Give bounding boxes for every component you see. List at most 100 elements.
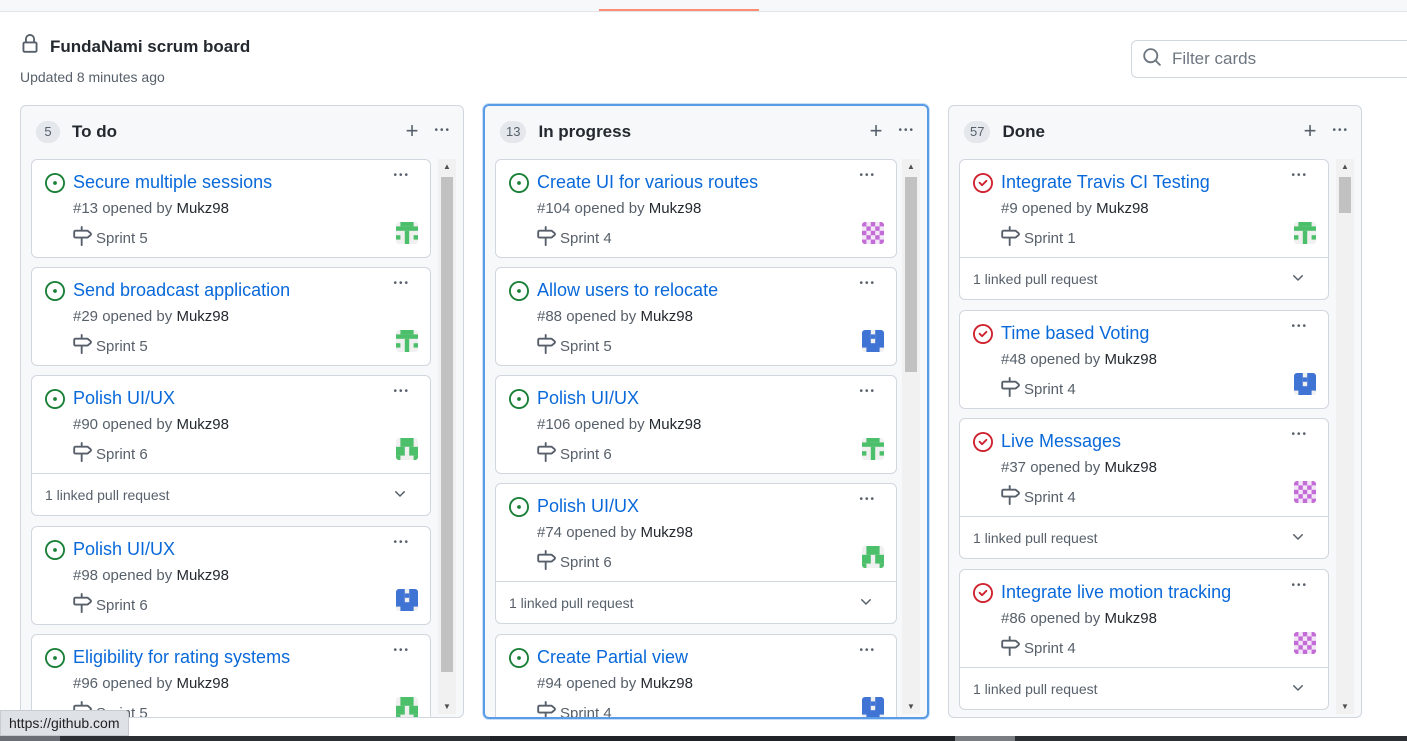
issue-author-link[interactable]: Mukz98 xyxy=(176,416,229,433)
assignee-avatar[interactable] xyxy=(862,222,884,244)
milestone-link[interactable]: Sprint 4 xyxy=(1001,377,1076,401)
assignee-avatar[interactable] xyxy=(396,438,418,460)
linked-pull-request-row[interactable]: 1 linked pull request xyxy=(32,473,430,515)
issue-title-link[interactable]: Create UI for various routes xyxy=(537,172,758,193)
issue-card[interactable]: Polish UI/UX ••• #90 opened by Mukz98 Sprin… xyxy=(31,375,431,516)
issue-card[interactable]: Secure multiple sessions ••• #13 opened by… xyxy=(31,159,431,258)
issue-card[interactable]: Integrate live motion tracking ••• #86 ope… xyxy=(959,569,1329,710)
milestone-link[interactable]: Sprint 5 xyxy=(537,334,612,358)
milestone-link[interactable]: Sprint 6 xyxy=(73,442,148,466)
assignee-avatar[interactable] xyxy=(862,546,884,568)
add-card-icon[interactable]: + xyxy=(1304,120,1317,142)
chevron-down-icon[interactable] xyxy=(1290,529,1306,548)
issue-card[interactable]: Polish UI/UX ••• #106 opened by Mukz98 Spri… xyxy=(495,375,897,474)
scroll-down-arrow[interactable]: ▼ xyxy=(1341,702,1349,711)
assignee-avatar[interactable] xyxy=(1294,222,1316,244)
issue-card[interactable]: Time based Voting ••• #48 opened by Mukz98… xyxy=(959,310,1329,409)
filter-cards-input[interactable] xyxy=(1172,49,1392,69)
column-menu-icon[interactable]: ••• xyxy=(898,122,915,140)
issue-title-link[interactable]: Polish UI/UX xyxy=(73,539,175,560)
column-scrollbar[interactable]: ▲ ▼ xyxy=(1336,159,1354,714)
assignee-avatar[interactable] xyxy=(862,330,884,352)
issue-author-link[interactable]: Mukz98 xyxy=(640,524,693,541)
assignee-avatar[interactable] xyxy=(396,697,418,717)
issue-card[interactable]: Allow users to relocate ••• #88 opened by … xyxy=(495,267,897,366)
chevron-down-icon[interactable] xyxy=(858,594,874,613)
milestone-link[interactable]: Sprint 4 xyxy=(537,226,612,250)
issue-author-link[interactable]: Mukz98 xyxy=(1104,351,1157,368)
issue-author-link[interactable]: Mukz98 xyxy=(640,675,693,692)
add-card-icon[interactable]: + xyxy=(406,120,419,142)
issue-title-link[interactable]: Integrate Travis CI Testing xyxy=(1001,172,1210,193)
issue-author-link[interactable]: Mukz98 xyxy=(176,675,229,692)
milestone-link[interactable]: Sprint 4 xyxy=(1001,485,1076,509)
issue-card[interactable]: Create Partial view ••• #94 opened by Mukz… xyxy=(495,634,897,717)
filter-cards-box[interactable] xyxy=(1131,40,1407,78)
assignee-avatar[interactable] xyxy=(862,438,884,460)
card-menu-icon[interactable]: ••• xyxy=(859,170,876,181)
scroll-up-arrow[interactable]: ▲ xyxy=(1341,162,1349,171)
issue-author-link[interactable]: Mukz98 xyxy=(176,308,229,325)
issue-author-link[interactable]: Mukz98 xyxy=(176,200,229,217)
card-menu-icon[interactable]: ••• xyxy=(859,278,876,289)
chevron-down-icon[interactable] xyxy=(392,486,408,505)
linked-pull-request-row[interactable]: 1 linked pull request xyxy=(960,667,1328,709)
card-menu-icon[interactable]: ••• xyxy=(393,645,410,656)
card-menu-icon[interactable]: ••• xyxy=(859,645,876,656)
assignee-avatar[interactable] xyxy=(396,330,418,352)
issue-title-link[interactable]: Send broadcast application xyxy=(73,280,290,301)
assignee-avatar[interactable] xyxy=(396,589,418,611)
linked-pull-request-row[interactable]: 1 linked pull request xyxy=(960,257,1328,299)
issue-author-link[interactable]: Mukz98 xyxy=(640,308,693,325)
milestone-link[interactable]: Sprint 6 xyxy=(73,593,148,617)
card-menu-icon[interactable]: ••• xyxy=(393,386,410,397)
issue-title-link[interactable]: Polish UI/UX xyxy=(73,388,175,409)
card-menu-icon[interactable]: ••• xyxy=(1291,429,1308,440)
issue-author-link[interactable]: Mukz98 xyxy=(1096,200,1149,217)
column-menu-icon[interactable]: ••• xyxy=(1332,122,1349,140)
milestone-link[interactable]: Sprint 5 xyxy=(73,334,148,358)
issue-title-link[interactable]: Time based Voting xyxy=(1001,323,1149,344)
card-menu-icon[interactable]: ••• xyxy=(393,278,410,289)
issue-card[interactable]: Live Messages ••• #37 opened by Mukz98 Spri… xyxy=(959,418,1329,559)
chevron-down-icon[interactable] xyxy=(1290,270,1306,289)
column-scrollbar[interactable]: ▲ ▼ xyxy=(438,159,456,714)
milestone-link[interactable]: Sprint 4 xyxy=(1001,636,1076,660)
issue-author-link[interactable]: Mukz98 xyxy=(649,416,702,433)
issue-card[interactable]: Polish UI/UX ••• #74 opened by Mukz98 Sprin… xyxy=(495,483,897,624)
issue-title-link[interactable]: Polish UI/UX xyxy=(537,496,639,517)
issue-card[interactable]: Create UI for various routes ••• #104 open… xyxy=(495,159,897,258)
issue-card[interactable]: Eligibility for rating systems ••• #96 ope… xyxy=(31,634,431,717)
add-card-icon[interactable]: + xyxy=(870,120,883,142)
issue-title-link[interactable]: Create Partial view xyxy=(537,647,688,668)
issue-author-link[interactable]: Mukz98 xyxy=(649,200,702,217)
issue-author-link[interactable]: Mukz98 xyxy=(176,567,229,584)
scroll-up-arrow[interactable]: ▲ xyxy=(907,162,915,171)
issue-title-link[interactable]: Polish UI/UX xyxy=(537,388,639,409)
milestone-link[interactable]: Sprint 1 xyxy=(1001,226,1076,250)
issue-title-link[interactable]: Live Messages xyxy=(1001,431,1121,452)
milestone-link[interactable]: Sprint 4 xyxy=(537,701,612,717)
issue-card[interactable]: Integrate Travis CI Testing ••• #9 opened … xyxy=(959,159,1329,300)
scroll-down-arrow[interactable]: ▼ xyxy=(907,702,915,711)
milestone-link[interactable]: Sprint 5 xyxy=(73,226,148,250)
column-scrollbar[interactable]: ▲ ▼ xyxy=(902,159,920,714)
scroll-down-arrow[interactable]: ▼ xyxy=(443,702,451,711)
assignee-avatar[interactable] xyxy=(1294,481,1316,503)
chevron-down-icon[interactable] xyxy=(1290,680,1306,699)
assignee-avatar[interactable] xyxy=(1294,373,1316,395)
issue-title-link[interactable]: Secure multiple sessions xyxy=(73,172,272,193)
issue-title-link[interactable]: Eligibility for rating systems xyxy=(73,647,290,668)
linked-pull-request-row[interactable]: 1 linked pull request xyxy=(960,516,1328,558)
card-menu-icon[interactable]: ••• xyxy=(859,386,876,397)
scrollbar-thumb[interactable] xyxy=(1339,177,1351,213)
scrollbar-thumb[interactable] xyxy=(441,177,453,672)
card-menu-icon[interactable]: ••• xyxy=(1291,321,1308,332)
milestone-link[interactable]: Sprint 6 xyxy=(537,550,612,574)
assignee-avatar[interactable] xyxy=(862,697,884,717)
issue-title-link[interactable]: Integrate live motion tracking xyxy=(1001,582,1231,603)
scrollbar-thumb[interactable] xyxy=(905,177,917,372)
milestone-link[interactable]: Sprint 6 xyxy=(537,442,612,466)
scroll-up-arrow[interactable]: ▲ xyxy=(443,162,451,171)
column-menu-icon[interactable]: ••• xyxy=(434,122,451,140)
